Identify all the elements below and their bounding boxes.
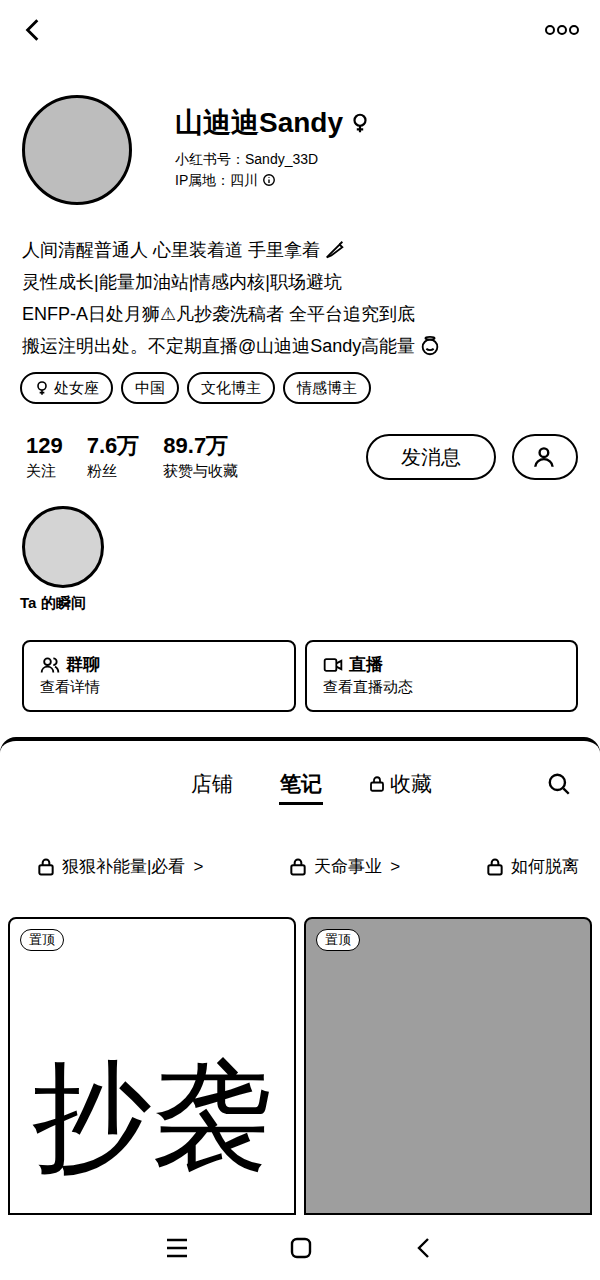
more-icon[interactable]: [544, 23, 580, 37]
lock-icon: [485, 857, 505, 877]
note-card[interactable]: 置顶: [304, 917, 592, 1215]
note-card[interactable]: 置顶抄袭: [8, 917, 296, 1215]
bio-line: 搬运注明出处。不定期直播@山迪迪Sandy高能量: [22, 330, 578, 362]
stats-row: 129关注 7.6万粉丝 89.7万获赞与收藏 发消息: [0, 432, 600, 482]
ip-location: IP属地：四川: [175, 169, 258, 191]
collection-arrow: >: [390, 855, 400, 879]
bio: 人间清醒普通人 心里装着道 手里拿着灵性成长|能量加油站|情感内核|职场避坑EN…: [0, 234, 600, 362]
tab[interactable]: 店铺: [190, 763, 234, 805]
feature-cards: 群聊查看详情直播查看直播动态: [0, 640, 600, 712]
tab[interactable]: 收藏: [368, 763, 432, 805]
tab-underline: [279, 802, 323, 805]
female-icon: [349, 112, 371, 134]
knife-icon: [324, 239, 346, 261]
feature-card[interactable]: 直播查看直播动态: [305, 640, 579, 712]
feature-title: 群聊: [66, 654, 100, 676]
feature-subtitle: 查看详情: [40, 676, 278, 698]
name-row: 山迪迪Sandy: [175, 105, 371, 141]
collection-row: 狠狠补能量|必看> 天命事业> 如何脱离: [0, 827, 600, 907]
content-panel: 店铺笔记收藏狠狠补能量|必看>天命事业>如何脱离置顶抄袭置顶: [0, 737, 600, 1215]
avatar[interactable]: [22, 95, 132, 205]
user-icon: [532, 444, 558, 470]
stat[interactable]: 129关注: [26, 432, 63, 482]
pinned-badge: 置顶: [20, 929, 64, 951]
stat[interactable]: 89.7万获赞与收藏: [163, 432, 238, 482]
user-name: 山迪迪Sandy: [175, 105, 343, 141]
stat[interactable]: 7.6万粉丝: [87, 432, 140, 482]
group-icon: [40, 655, 60, 675]
info-icon[interactable]: [262, 173, 276, 187]
ip-row: IP属地：四川: [175, 169, 371, 191]
collection-item[interactable]: 如何脱离: [485, 855, 579, 879]
stat-value: 7.6万: [87, 432, 140, 460]
cover-text: 抄袭: [32, 1053, 272, 1183]
home-icon[interactable]: [289, 1236, 313, 1260]
profile-screen: 山迪迪Sandy 小红书号：Sandy_33DIP属地：四川人间清醒普通人 心里装…: [0, 0, 600, 1280]
stat-label: 获赞与收藏: [163, 460, 238, 482]
moments[interactable]: Ta 的瞬间: [0, 506, 600, 614]
moments-avatar: [22, 506, 104, 588]
search-icon[interactable]: [546, 771, 572, 797]
bio-line: 人间清醒普通人 心里装着道 手里拿着: [22, 234, 578, 266]
collection-arrow: >: [193, 855, 203, 879]
tag: 处女座: [20, 372, 113, 404]
tag: 中国: [121, 372, 179, 404]
lock-icon: [368, 775, 386, 793]
lock-icon: [36, 857, 56, 877]
menu-icon[interactable]: [165, 1237, 189, 1259]
tab[interactable]: 笔记: [279, 763, 323, 805]
collection-item[interactable]: 天命事业>: [288, 855, 400, 879]
female-icon: [34, 380, 50, 396]
message-button[interactable]: 发消息: [366, 434, 496, 480]
lock-icon: [288, 857, 308, 877]
smile-icon: [419, 335, 441, 357]
back-nav-icon[interactable]: [413, 1236, 435, 1260]
back-icon[interactable]: [20, 15, 46, 45]
feature-card[interactable]: 群聊查看详情: [22, 640, 296, 712]
tab-bar: 店铺 笔记 收藏: [0, 741, 600, 827]
stat-value: 89.7万: [163, 432, 228, 460]
stat-label: 粉丝: [87, 460, 117, 482]
feature-subtitle: 查看直播动态: [323, 676, 561, 698]
pinned-badge: 置顶: [316, 929, 360, 951]
live-icon: [323, 655, 343, 675]
top-bar: [0, 0, 600, 60]
bio-line: 灵性成长|能量加油站|情感内核|职场避坑: [22, 266, 578, 298]
system-nav: [0, 1215, 600, 1280]
note-grid: 置顶抄袭置顶: [0, 907, 600, 1215]
feature-title: 直播: [349, 654, 383, 676]
collection-item[interactable]: 狠狠补能量|必看>: [36, 855, 203, 879]
bio-line: ENFP-A日处月狮⚠凡抄袭洗稿者 全平台追究到底: [22, 298, 578, 330]
profile-header: 山迪迪Sandy 小红书号：Sandy_33DIP属地：四川: [0, 60, 600, 205]
stat-value: 129: [26, 432, 63, 460]
tag: 文化博主: [187, 372, 275, 404]
red-id: 小红书号：Sandy_33D: [175, 149, 371, 169]
profile-info: 山迪迪Sandy 小红书号：Sandy_33DIP属地：四川: [175, 95, 371, 191]
follow-button[interactable]: [512, 434, 578, 480]
stat-label: 关注: [26, 460, 56, 482]
tag-list: 处女座中国文化博主情感博主: [0, 372, 600, 404]
moments-label: Ta 的瞬间: [20, 592, 86, 614]
tag: 情感博主: [283, 372, 371, 404]
stats: 129关注 7.6万粉丝 89.7万获赞与收藏: [26, 432, 238, 482]
